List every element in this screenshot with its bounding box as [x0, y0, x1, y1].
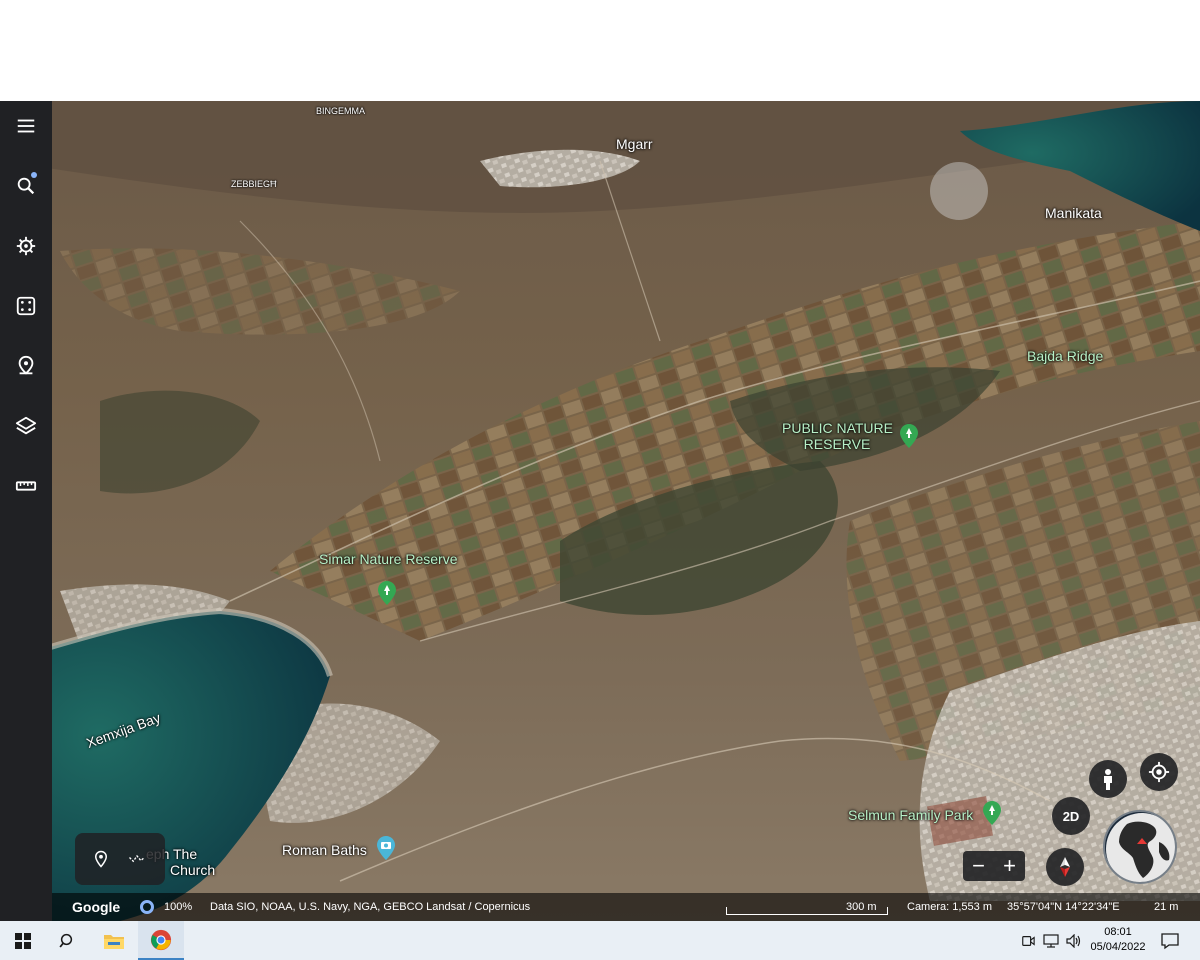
notification-dot: [31, 172, 37, 178]
park-pin-icon[interactable]: [900, 424, 918, 448]
place-label-mgarr: Mgarr: [616, 136, 653, 152]
dice-icon: [16, 296, 36, 316]
google-logo: Google: [72, 899, 121, 915]
elevation: 21 m: [1154, 901, 1179, 913]
draw-path-button[interactable]: [125, 847, 149, 871]
video-icon: [1022, 935, 1035, 946]
location-pin-icon: [94, 850, 108, 868]
toggle-2d-label: 2D: [1062, 808, 1080, 824]
projects-button[interactable]: [8, 348, 44, 384]
zoom-out-button[interactable]: −: [963, 851, 994, 881]
clock-time: 08:01: [1104, 926, 1132, 938]
start-button[interactable]: [2, 921, 44, 960]
chrome-icon: [150, 929, 172, 950]
voyager-icon: [16, 236, 36, 256]
speaker-icon: [1066, 933, 1081, 948]
my-location-button[interactable]: [1140, 753, 1178, 791]
earth-map-view[interactable]: BINGEMMA Mgarr ZEBBIEGĦ Manikata Bajda R…: [0, 101, 1200, 921]
taskbar-clock[interactable]: 08:01 05/04/2022: [1088, 925, 1148, 955]
zoom-in-button[interactable]: +: [994, 851, 1025, 881]
measure-button[interactable]: [8, 468, 44, 504]
search-icon: [17, 177, 35, 195]
pegman-icon: [1104, 769, 1112, 790]
loading-progress: 100%: [164, 901, 193, 913]
clock-date: 05/04/2022: [1090, 941, 1146, 953]
network-icon: [1043, 933, 1059, 948]
satellite-imagery: [0, 101, 1200, 921]
chrome-button[interactable]: [138, 921, 184, 960]
park-pin-icon[interactable]: [983, 801, 1001, 825]
place-label-zebbiegh: ZEBBIEGĦ: [231, 179, 277, 189]
place-label-bajda-ridge: Bajda Ridge: [1027, 348, 1104, 364]
path-icon: [129, 854, 145, 863]
blank-header-area: [0, 0, 1200, 101]
crosshair-icon: [1148, 761, 1170, 783]
compass-needle-icon: [1060, 857, 1070, 877]
place-label-line: RESERVE: [803, 436, 871, 452]
park-pin-icon[interactable]: [378, 581, 396, 605]
meet-now-button[interactable]: [1018, 921, 1038, 960]
file-explorer-button[interactable]: [92, 921, 136, 960]
tools-panel: [75, 833, 165, 885]
windows-logo-icon: [15, 932, 31, 949]
place-label-public-nature-reserve: PUBLIC NATURE RESERVE: [782, 420, 893, 452]
taskbar-search-button[interactable]: [46, 921, 90, 960]
menu-button[interactable]: [8, 108, 44, 144]
place-label-manikata: Manikata: [1045, 205, 1102, 221]
data-attribution[interactable]: Data SIO, NOAA, U.S. Navy, NGA, GEBCO La…: [210, 901, 530, 913]
folder-icon: [104, 934, 124, 949]
sidebar: [0, 101, 52, 921]
toggle-2d-button[interactable]: 2D: [1052, 797, 1090, 835]
voyager-button[interactable]: [8, 228, 44, 264]
map-watermark-icon: [930, 162, 988, 220]
place-label-bingemma: BINGEMMA: [316, 106, 366, 116]
layers-icon: [15, 416, 37, 435]
place-label-selmun: Selmun Family Park: [848, 807, 974, 823]
scale-label: 300 m: [846, 901, 877, 913]
place-label-line: PUBLIC NATURE: [782, 420, 893, 436]
coordinates: 35°57'04"N 14°22'34"E: [1007, 901, 1120, 913]
status-bar: Google 100% Data SIO, NOAA, U.S. Navy, N…: [52, 893, 1200, 921]
place-label-roman-baths: Roman Baths: [282, 842, 367, 858]
pegman-button[interactable]: [1089, 760, 1127, 798]
map-style-button[interactable]: [8, 408, 44, 444]
feeling-lucky-button[interactable]: [8, 288, 44, 324]
search-button[interactable]: [8, 168, 44, 204]
search-icon: [59, 933, 73, 948]
place-marker-button[interactable]: [89, 847, 113, 871]
windows-taskbar: 08:01 05/04/2022: [0, 921, 1200, 960]
globe-button[interactable]: [1103, 810, 1177, 884]
ruler-icon: [15, 481, 37, 491]
notification-icon: [1161, 932, 1179, 949]
zoom-controls: − +: [963, 851, 1025, 881]
network-button[interactable]: [1040, 921, 1062, 960]
projects-icon: [18, 355, 34, 375]
compass-button[interactable]: [1046, 848, 1084, 886]
volume-button[interactable]: [1063, 921, 1085, 960]
place-label-simar: Simar Nature Reserve: [319, 551, 458, 567]
notifications-button[interactable]: [1152, 921, 1188, 960]
loading-ring-icon: [140, 900, 154, 914]
camera-pin-icon[interactable]: [377, 836, 395, 860]
camera-altitude: Camera: 1,553 m: [907, 901, 992, 913]
menu-icon: [17, 119, 35, 133]
